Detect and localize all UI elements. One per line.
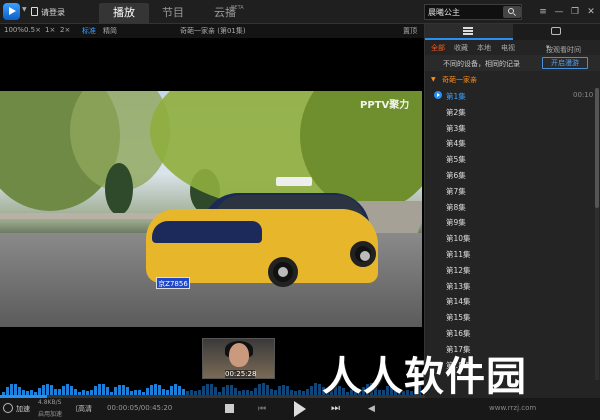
- menu-caret-icon[interactable]: ▼: [22, 6, 27, 13]
- episode-label: 第9集: [446, 218, 466, 228]
- episode-item[interactable]: 第2集: [425, 104, 593, 120]
- episode-item[interactable]: 第4集: [425, 135, 593, 151]
- search-button[interactable]: [503, 6, 521, 18]
- filter-local[interactable]: 本地: [477, 43, 491, 53]
- maximize-icon[interactable]: ❐: [569, 6, 581, 18]
- episode-label: 第16集: [446, 328, 471, 338]
- episode-label: 第15集: [446, 313, 471, 323]
- episode-label: 第5集: [446, 155, 466, 165]
- video-toolbar: 100% 0.5× 1× 2× 标准 精简 奇葩一家亲 (第01集) 置顶: [0, 24, 424, 38]
- show-group-header[interactable]: ▼ 奇葩一家亲: [425, 72, 600, 87]
- episode-item[interactable]: 第10集: [425, 230, 593, 246]
- filter-all[interactable]: 全部: [431, 43, 445, 53]
- episode-list: 第1集 00:10 第2集第3集第4集第5集第6集第7集第8集第9集第10集第11集…: [425, 88, 593, 380]
- playlist-scrollbar[interactable]: [595, 88, 599, 380]
- site-watermark: 人人软件园: [322, 354, 527, 400]
- login-link[interactable]: 请登录: [41, 7, 65, 18]
- previous-button[interactable]: ⏮: [258, 404, 268, 414]
- sync-banner: 不同的设备，相同的记录 开启漫游: [425, 55, 600, 71]
- episode-item[interactable]: 第8集: [425, 199, 593, 215]
- menu-icon[interactable]: ≡: [537, 6, 549, 18]
- volume-icon[interactable]: ◀: [368, 404, 378, 414]
- filter-favorites[interactable]: 收藏: [454, 43, 468, 53]
- episode-item[interactable]: 第13集: [425, 278, 593, 294]
- episode-label: 第12集: [446, 265, 471, 275]
- episode-item[interactable]: 第15集: [425, 309, 593, 325]
- episode-item[interactable]: 第6集: [425, 167, 593, 183]
- accelerate-label[interactable]: 加速: [16, 404, 30, 414]
- show-title: 奇葩一家亲: [442, 76, 477, 84]
- episode-label: 第7集: [446, 186, 466, 196]
- episode-label: 第4集: [446, 139, 466, 149]
- playlist-panel: 全部 收藏 本地 电视 按观看时间 ▾ 不同的设备，相同的记录 开启漫游 ▼ 奇…: [424, 24, 600, 398]
- episode-item[interactable]: 第5集: [425, 151, 593, 167]
- zoom-2x[interactable]: 2×: [60, 26, 70, 34]
- pptv-watermark: PPTV聚力: [360, 100, 410, 111]
- sort-dropdown[interactable]: 按观看时间 ▾: [546, 43, 581, 54]
- playlist-filter: 全部 收藏 本地 电视 按观看时间 ▾: [425, 41, 600, 54]
- episode-label: 第14集: [446, 297, 471, 307]
- episode-item[interactable]: 第9集: [425, 214, 593, 230]
- comments-icon[interactable]: [551, 27, 561, 35]
- video-player[interactable]: 京Z7856 PPTV聚力: [0, 91, 422, 327]
- quality-standard[interactable]: 标准: [82, 26, 96, 36]
- search-box: [424, 4, 522, 20]
- panel-tabs: [425, 24, 600, 40]
- pin-on-top[interactable]: 置顶: [403, 26, 417, 36]
- zoom-100[interactable]: 100%: [4, 26, 24, 34]
- episode-item[interactable]: 第14集: [425, 293, 593, 309]
- accelerate-status: 启用加速: [38, 411, 63, 418]
- episode-item[interactable]: 第12集: [425, 262, 593, 278]
- preview-time: 00:25:28: [225, 370, 257, 378]
- quality-selector[interactable]: 〔高清: [71, 404, 92, 414]
- collapse-arrow-icon: ▼: [431, 76, 436, 83]
- tab-play[interactable]: 播放: [99, 3, 149, 24]
- zoom-half[interactable]: 0.5×: [24, 26, 41, 34]
- now-playing-icon: [434, 91, 442, 99]
- now-playing-title: 奇葩一家亲 (第01集): [180, 27, 246, 35]
- episode-label: 第8集: [446, 202, 466, 212]
- episode-watch-time: 00:10: [573, 91, 593, 99]
- enable-roaming-button[interactable]: 开启漫游: [542, 57, 588, 69]
- sync-text: 不同的设备，相同的记录: [443, 60, 520, 68]
- quality-compact[interactable]: 精简: [103, 26, 117, 36]
- episode-item[interactable]: 第3集: [425, 120, 593, 136]
- episode-label: 第6集: [446, 170, 466, 180]
- seek-preview-thumbnail: 00:25:28: [202, 338, 275, 379]
- next-button[interactable]: ⏭: [331, 403, 343, 415]
- filter-tv[interactable]: 电视: [501, 43, 515, 53]
- beta-badge: BETA: [231, 5, 244, 11]
- episode-label: 第1集: [446, 92, 466, 101]
- scrollbar-thumb[interactable]: [595, 88, 599, 208]
- tab-programs[interactable]: 节目: [152, 3, 194, 24]
- play-button[interactable]: [294, 401, 306, 417]
- time-display: 00:00:05/00:45:20: [107, 404, 173, 412]
- download-speed: 4.8KB/S: [38, 399, 62, 406]
- episode-label: 第3集: [446, 123, 466, 133]
- user-login-icon[interactable]: [31, 7, 38, 16]
- zoom-1x[interactable]: 1×: [45, 26, 55, 34]
- episode-label: 第10集: [446, 234, 471, 244]
- license-plate: 京Z7856: [156, 277, 190, 289]
- accelerate-icon[interactable]: [3, 403, 13, 413]
- episode-item[interactable]: 第16集: [425, 325, 593, 341]
- episode-label: 第13集: [446, 281, 471, 291]
- close-icon[interactable]: ✕: [585, 6, 597, 18]
- minimize-icon[interactable]: —: [553, 6, 565, 18]
- site-url: www.rrzj.com: [489, 404, 537, 412]
- search-input[interactable]: [425, 5, 501, 19]
- title-bar: ▼ 请登录 播放 节目 云播 BETA ≡ — ❐ ✕: [0, 0, 600, 24]
- episode-label: 第11集: [446, 249, 471, 259]
- episode-label: 第2集: [446, 107, 466, 117]
- stop-button[interactable]: [225, 404, 234, 413]
- playlist-tab[interactable]: [425, 24, 513, 40]
- episode-item[interactable]: 第7集: [425, 183, 593, 199]
- episode-item[interactable]: 第11集: [425, 246, 593, 262]
- pptv-logo-icon[interactable]: [3, 3, 20, 20]
- episode-item[interactable]: 第1集 00:10: [425, 88, 593, 104]
